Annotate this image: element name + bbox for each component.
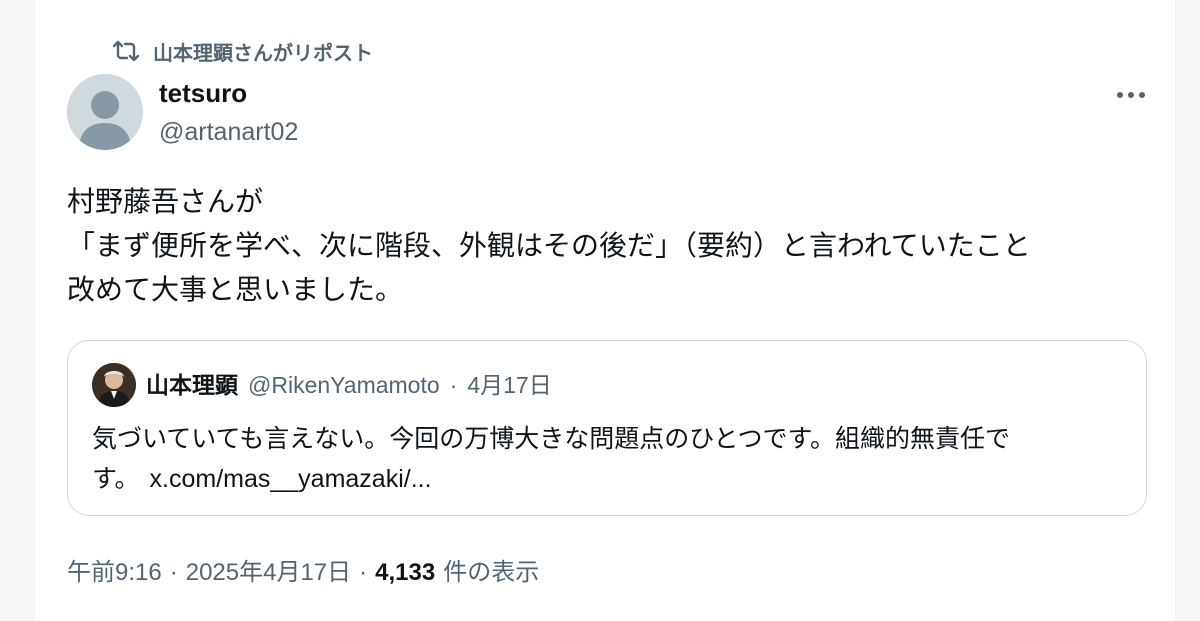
quoted-post-date[interactable]: 4月17日 xyxy=(467,363,551,407)
repost-label: 山本理顕さんがリポスト xyxy=(153,42,373,65)
author-name[interactable]: tetsuro xyxy=(159,77,247,109)
views-count[interactable]: 4,133 xyxy=(375,559,435,587)
post-text: 村野藤吾さんが 「まず便所を学べ、次に階段、外観はその後だ」（要約）と言われてい… xyxy=(67,180,1157,312)
quoted-text-end: す。 xyxy=(92,465,140,493)
post-text-line: 改めて大事と思いました。 xyxy=(67,274,404,305)
quoted-text-line: 気づいていても言えない。今回の万博大きな問題点のひとつです。組織的無責任で xyxy=(92,425,1011,453)
separator-dot: · xyxy=(449,372,458,398)
quoted-text-line-2: す。 x.com/mas__yamazaki/... xyxy=(92,459,1122,499)
repost-context[interactable]: 山本理顕さんがリポスト xyxy=(113,36,373,66)
repost-icon xyxy=(113,40,139,62)
views-label: 件の表示 xyxy=(443,559,540,586)
quoted-link[interactable]: x.com/mas__yamazaki/... xyxy=(150,465,432,493)
post-text-line: 「まず便所を学べ、次に階段、外観はその後だ」（要約）と言われていたこと xyxy=(67,230,1031,261)
quoted-author-handle[interactable]: @RikenYamamoto xyxy=(248,363,440,407)
author-handle[interactable]: @artanart02 xyxy=(159,116,298,148)
quoted-author-name[interactable]: 山本理顕 xyxy=(146,363,238,407)
post-text-line: 村野藤吾さんが xyxy=(67,186,264,217)
quoted-post-text: 気づいていても言えない。今回の万博大きな問題点のひとつです。組織的無責任で す。… xyxy=(92,419,1122,499)
more-options-icon xyxy=(1116,86,1146,104)
quoted-post-header: 山本理顕 @RikenYamamoto · 4月17日 xyxy=(92,363,552,407)
separator-dot: · xyxy=(169,559,178,586)
page: 山本理顕さんがリポスト tetsuro @artanart02 村野藤吾さんが xyxy=(0,0,1200,621)
post-card: 山本理顕さんがリポスト tetsuro @artanart02 村野藤吾さんが xyxy=(34,0,1176,621)
more-options-button[interactable] xyxy=(1113,82,1149,108)
quoted-post[interactable]: 山本理顕 @RikenYamamoto · 4月17日 気づいていても言えない。… xyxy=(67,340,1147,516)
default-avatar-icon[interactable] xyxy=(67,74,143,150)
separator-dot: · xyxy=(359,559,368,586)
quoted-author-avatar[interactable] xyxy=(92,363,136,407)
post-time[interactable]: 午前9:16 xyxy=(67,552,162,587)
post-date[interactable]: 2025年4月17日 xyxy=(186,552,351,587)
post-meta: 午前9:16 · 2025年4月17日 · 4,133 件の表示 xyxy=(67,552,539,587)
